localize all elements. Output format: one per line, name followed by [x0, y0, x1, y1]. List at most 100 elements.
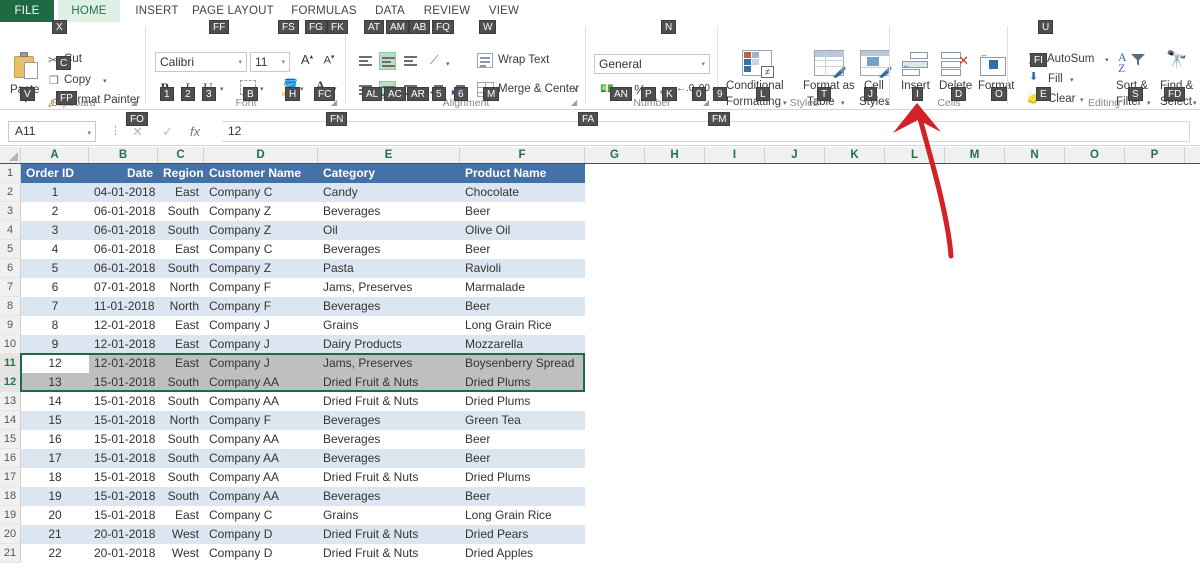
cell-E18[interactable]: Beverages: [318, 487, 460, 506]
column-header-G[interactable]: G: [585, 147, 645, 163]
wrap-text-icon[interactable]: [477, 53, 493, 68]
column-header-I[interactable]: I: [705, 147, 765, 163]
row-header-17[interactable]: 17: [0, 468, 21, 487]
cell-A9[interactable]: 8: [21, 316, 89, 335]
cell-F6[interactable]: Ravioli: [460, 259, 585, 278]
cell-A6[interactable]: 5: [21, 259, 89, 278]
cell-F5[interactable]: Beer: [460, 240, 585, 259]
cell-D3[interactable]: Company Z: [204, 202, 318, 221]
row-header-18[interactable]: 18: [0, 487, 21, 506]
wrap-text-button-label[interactable]: Wrap Text: [498, 54, 549, 66]
cell-D5[interactable]: Company C: [204, 240, 318, 259]
cell-B10[interactable]: 12-01-2018: [89, 335, 158, 354]
cell-B7[interactable]: 07-01-2018: [89, 278, 158, 297]
cell-C13[interactable]: South: [158, 392, 204, 411]
cell-B12[interactable]: 15-01-2018: [89, 373, 158, 392]
row-header-5[interactable]: 5: [0, 240, 21, 259]
row-header-16[interactable]: 16: [0, 449, 21, 468]
formula-input[interactable]: 12: [222, 121, 1190, 142]
column-header-O[interactable]: O: [1065, 147, 1125, 163]
cell-E15[interactable]: Beverages: [318, 430, 460, 449]
cell-B3[interactable]: 06-01-2018: [89, 202, 158, 221]
cell-F19[interactable]: Long Grain Rice: [460, 506, 585, 525]
row-header-13[interactable]: 13: [0, 392, 21, 411]
ribbon-tab-data[interactable]: DATA: [368, 0, 412, 22]
cell-C19[interactable]: East: [158, 506, 204, 525]
conditional-formatting-icon[interactable]: ≠: [742, 50, 772, 76]
cell-B17[interactable]: 15-01-2018: [89, 468, 158, 487]
row-header-3[interactable]: 3: [0, 202, 21, 221]
cell-C1[interactable]: Region: [158, 164, 204, 183]
column-header-N[interactable]: N: [1005, 147, 1065, 163]
clipboard-dialog-launcher[interactable]: ◢: [131, 98, 140, 107]
cell-D18[interactable]: Company AA: [204, 487, 318, 506]
font-name-caret-icon[interactable]: ▾: [238, 54, 242, 72]
cell-C11[interactable]: East: [158, 354, 204, 373]
cell-B19[interactable]: 15-01-2018: [89, 506, 158, 525]
cell-E19[interactable]: Grains: [318, 506, 460, 525]
worksheet-grid[interactable]: ABCDEFGHIJKLMNOP 1Order IDDateRegionCust…: [0, 147, 1200, 571]
cell-B5[interactable]: 06-01-2018: [89, 240, 158, 259]
ribbon-tab-view[interactable]: VIEW: [482, 0, 526, 22]
font-name-combo[interactable]: Calibri ▾: [155, 52, 247, 72]
orientation-icon[interactable]: ⟋: [430, 53, 438, 68]
column-header-J[interactable]: J: [765, 147, 825, 163]
cell-B20[interactable]: 20-01-2018: [89, 525, 158, 544]
cell-D13[interactable]: Company AA: [204, 392, 318, 411]
ribbon-tab-review[interactable]: REVIEW: [418, 0, 476, 22]
merge-center-dropdown-caret[interactable]: ▾: [574, 86, 578, 94]
column-header-B[interactable]: B: [89, 147, 158, 163]
column-header-H[interactable]: H: [645, 147, 705, 163]
ribbon-tab-insert[interactable]: INSERT: [128, 0, 186, 22]
column-header-M[interactable]: M: [945, 147, 1005, 163]
cell-B8[interactable]: 11-01-2018: [89, 297, 158, 316]
cell-D14[interactable]: Company F: [204, 411, 318, 430]
cell-A10[interactable]: 9: [21, 335, 89, 354]
row-header-9[interactable]: 9: [0, 316, 21, 335]
column-header-F[interactable]: F: [460, 147, 585, 163]
cell-E10[interactable]: Dairy Products: [318, 335, 460, 354]
cell-B21[interactable]: 20-01-2018: [89, 544, 158, 563]
cell-D17[interactable]: Company AA: [204, 468, 318, 487]
cell-E9[interactable]: Grains: [318, 316, 460, 335]
cell-C8[interactable]: North: [158, 297, 204, 316]
column-header-E[interactable]: E: [318, 147, 460, 163]
row-header-20[interactable]: 20: [0, 525, 21, 544]
row-header-4[interactable]: 4: [0, 221, 21, 240]
cell-D11[interactable]: Company J: [204, 354, 318, 373]
find-select-icon[interactable]: 🔭: [1166, 50, 1187, 70]
underline-dropdown-caret[interactable]: ▾: [220, 85, 224, 93]
number-format-combo[interactable]: General ▾: [594, 54, 710, 74]
cell-B6[interactable]: 06-01-2018: [89, 259, 158, 278]
cell-B2[interactable]: 04-01-2018: [89, 183, 158, 202]
cell-B18[interactable]: 15-01-2018: [89, 487, 158, 506]
autosum-button-label[interactable]: AutoSum: [1047, 53, 1094, 65]
cell-C10[interactable]: East: [158, 335, 204, 354]
cell-D21[interactable]: Company D: [204, 544, 318, 563]
cell-F21[interactable]: Dried Apples: [460, 544, 585, 563]
cell-C2[interactable]: East: [158, 183, 204, 202]
cell-E11[interactable]: Jams, Preserves: [318, 354, 460, 373]
cell-B13[interactable]: 15-01-2018: [89, 392, 158, 411]
cell-E6[interactable]: Pasta: [318, 259, 460, 278]
cell-D19[interactable]: Company C: [204, 506, 318, 525]
cell-C18[interactable]: South: [158, 487, 204, 506]
cell-C16[interactable]: South: [158, 449, 204, 468]
row-header-21[interactable]: 21: [0, 544, 21, 563]
row-header-8[interactable]: 8: [0, 297, 21, 316]
cell-F10[interactable]: Mozzarella: [460, 335, 585, 354]
confirm-entry-icon[interactable]: ✓: [162, 121, 173, 142]
delete-cells-icon[interactable]: ✕: [941, 52, 969, 76]
ribbon-tab-home[interactable]: HOME: [58, 0, 120, 22]
cell-D10[interactable]: Company J: [204, 335, 318, 354]
align-middle-button[interactable]: [379, 52, 396, 70]
cell-A16[interactable]: 17: [21, 449, 89, 468]
cell-E8[interactable]: Beverages: [318, 297, 460, 316]
cell-D8[interactable]: Company F: [204, 297, 318, 316]
column-header-L[interactable]: L: [885, 147, 945, 163]
autosum-dropdown-caret[interactable]: ▾: [1105, 56, 1109, 64]
cell-B14[interactable]: 15-01-2018: [89, 411, 158, 430]
cell-C17[interactable]: South: [158, 468, 204, 487]
cell-C15[interactable]: South: [158, 430, 204, 449]
cell-F16[interactable]: Beer: [460, 449, 585, 468]
